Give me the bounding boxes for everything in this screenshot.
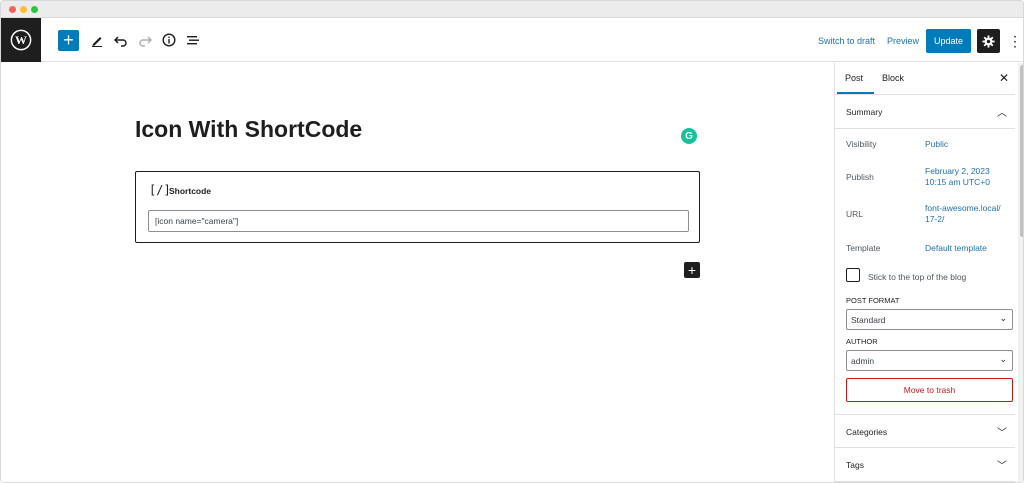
url-label: URL: [846, 209, 864, 219]
wordpress-logo-icon[interactable]: W: [1, 18, 41, 62]
details-info-icon[interactable]: [159, 30, 179, 50]
chevron-down-icon: ⌄: [999, 354, 1007, 364]
close-window-dot[interactable]: [9, 6, 16, 13]
chevron-down-icon: ﹀: [997, 461, 1007, 472]
chevron-up-icon: ︿: [997, 108, 1007, 119]
tab-post[interactable]: Post: [845, 73, 863, 83]
summary-heading: Summary: [846, 107, 883, 117]
chevron-down-icon: ﹀: [997, 428, 1007, 439]
switch-to-draft-link[interactable]: Switch to draft: [818, 36, 875, 46]
shortcode-block-label: Shortcode: [169, 186, 212, 196]
sidebar-tabs: Post Block ✕: [835, 63, 1015, 95]
summary-panel-header[interactable]: Summary ︿: [835, 95, 1015, 129]
close-icon[interactable]: ✕: [999, 71, 1009, 85]
gear-icon: [982, 34, 995, 48]
maximize-window-dot[interactable]: [31, 6, 38, 13]
more-options-icon[interactable]: ⋮: [1008, 31, 1022, 51]
shortcode-input[interactable]: [icon name="camera"]: [148, 210, 689, 232]
sticky-checkbox[interactable]: [846, 268, 860, 282]
grammarly-icon[interactable]: G: [681, 128, 697, 144]
visibility-label: Visibility: [846, 139, 877, 149]
template-label: Template: [846, 243, 881, 253]
edit-tools-icon[interactable]: [87, 30, 107, 50]
wordpress-icon: W: [10, 29, 32, 51]
browser-window: W + Switch to draft Preview Update ⋮ Ico…: [0, 0, 1024, 483]
post-title[interactable]: Icon With ShortCode: [135, 116, 362, 143]
block-inserter-button[interactable]: +: [684, 262, 700, 278]
undo-icon[interactable]: [111, 30, 131, 50]
redo-icon[interactable]: [135, 30, 155, 50]
publish-label: Publish: [846, 172, 874, 182]
author-label: AUTHOR: [846, 337, 878, 346]
active-tab-indicator: [837, 92, 874, 94]
shortcode-icon: [/]: [149, 183, 171, 197]
post-format-value: Standard: [851, 315, 886, 325]
editor-toolbar: W + Switch to draft Preview Update ⋮: [1, 18, 1023, 62]
tags-panel-header[interactable]: Tags ﹀: [835, 448, 1015, 482]
author-select[interactable]: admin ⌄: [846, 350, 1013, 371]
settings-button[interactable]: [977, 29, 1000, 53]
categories-panel-header[interactable]: Categories ﹀: [835, 414, 1015, 448]
update-button[interactable]: Update: [926, 29, 971, 53]
list-view-icon[interactable]: [183, 30, 203, 50]
chevron-down-icon: ⌄: [999, 313, 1007, 323]
tags-heading: Tags: [846, 460, 864, 470]
categories-heading: Categories: [846, 427, 888, 437]
tab-block[interactable]: Block: [882, 73, 904, 83]
minimize-window-dot[interactable]: [20, 6, 27, 13]
editor-canvas: Icon With ShortCode G [/] Shortcode [ico…: [1, 63, 834, 482]
post-format-label: POST FORMAT: [846, 296, 900, 305]
publish-value[interactable]: February 2, 2023 10:15 am UTC+0: [925, 166, 1010, 188]
url-value[interactable]: font-awesome.local/17-2/: [925, 203, 1005, 225]
move-to-trash-button[interactable]: Move to trash: [846, 378, 1013, 402]
svg-text:W: W: [15, 33, 27, 47]
template-value[interactable]: Default template: [925, 243, 1010, 254]
shortcode-block[interactable]: [/] Shortcode [icon name="camera"]: [135, 171, 700, 243]
sticky-label: Stick to the top of the blog: [868, 272, 967, 282]
settings-sidebar: Post Block ✕ Summary ︿ Visibility Public…: [834, 63, 1023, 482]
author-value: admin: [851, 356, 875, 366]
window-titlebar: [1, 1, 1023, 18]
preview-link[interactable]: Preview: [887, 36, 919, 46]
visibility-value[interactable]: Public: [925, 139, 1010, 150]
post-format-select[interactable]: Standard ⌄: [846, 309, 1013, 330]
add-block-button[interactable]: +: [58, 30, 79, 51]
sidebar-scroll-thumb[interactable]: [1020, 65, 1023, 237]
